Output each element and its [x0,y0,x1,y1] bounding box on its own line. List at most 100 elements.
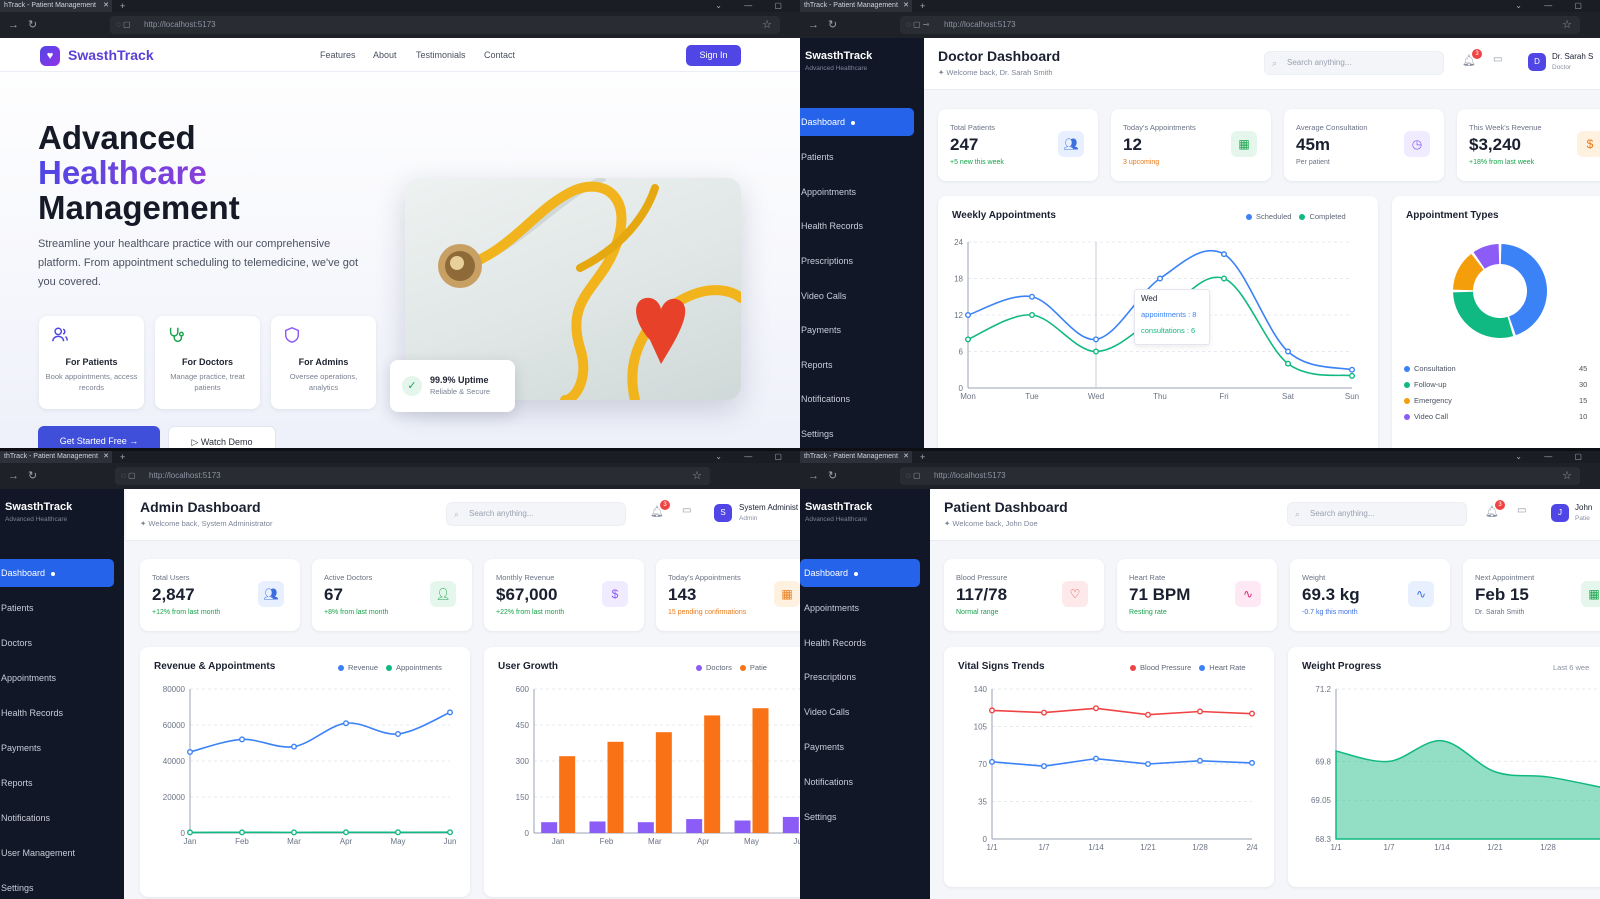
close-icon[interactable]: ✕ [103,451,109,463]
new-tab-icon[interactable]: + [120,0,125,12]
feature-card-patients[interactable]: For Patients Book appointments, access r… [39,316,144,409]
browser-tab[interactable]: thTrack - Patient Management ✕ [800,451,912,463]
bell-icon[interactable]: 🔔︎ 3 [1462,49,1482,68]
close-icon[interactable]: ✕ [903,451,909,463]
x-tick-label: 1/14 [1434,843,1450,852]
sidebar-item-reports[interactable]: Reports [800,351,914,379]
window-controls[interactable]: ⌄ — ▢ [1515,0,1592,12]
nav-testimonials[interactable]: Testimonials [416,50,466,60]
avatar[interactable]: J [1551,504,1569,522]
address-bar[interactable]: ◌ ▢ http://localhost:5173 ☆ [115,467,710,485]
stat-card-total-users[interactable]: Total Users 2,847 +12% from last month 👥… [140,559,300,631]
sidebar-item-dashboard[interactable]: Dashboard [0,559,114,587]
sidebar-item-video-calls[interactable]: Video Calls [800,282,914,310]
chat-icon[interactable]: ▭ [1493,54,1502,65]
sidebar-item-notifications[interactable]: Notifications [800,385,914,413]
forward-icon[interactable]: → [8,469,19,483]
sidebar-item-patients[interactable]: Patients [0,594,114,622]
chat-icon[interactable]: ▭ [682,505,691,516]
search-input[interactable]: ⌕ Search anything... [446,502,626,526]
avatar[interactable]: S [714,504,732,522]
forward-icon[interactable]: → [808,18,819,32]
sidebar-item-video-calls[interactable]: Video Calls [800,698,914,726]
sidebar-item-settings[interactable]: Settings [800,420,914,448]
brand-logo[interactable]: SwasthTrack [68,47,154,63]
forward-icon[interactable]: → [808,469,819,483]
new-tab-icon[interactable]: + [920,451,925,463]
sidebar-item-settings[interactable]: Settings [0,874,114,899]
sidebar-item-prescriptions[interactable]: Prescriptions [800,247,914,275]
bookmark-star-icon[interactable]: ☆ [1562,18,1572,31]
new-tab-icon[interactable]: + [920,0,925,12]
feature-card-admins[interactable]: For Admins Oversee operations, analytics [271,316,376,409]
bell-icon[interactable]: 🔔︎ 3 [1485,500,1505,519]
stat-card-weekly-revenue[interactable]: This Week's Revenue $3,240 +18% from las… [1457,109,1600,181]
reload-icon[interactable]: ↻ [828,469,837,483]
sidebar-item-notifications[interactable]: Notifications [800,768,914,796]
search-input[interactable]: ⌕ Search anything... [1264,51,1444,75]
stat-card-monthly-revenue[interactable]: Monthly Revenue $67,000 +22% from last m… [484,559,644,631]
sidebar-item-health-records[interactable]: Health Records [0,699,114,727]
browser-tab[interactable]: thTrack - Patient Management ✕ [800,0,912,12]
window-controls[interactable]: ⌄ — ▢ [715,0,792,12]
stat-card-heart-rate[interactable]: Heart Rate 71 BPM Resting rate ∿ [1117,559,1277,631]
sidebar-item-appointments[interactable]: Appointments [800,594,914,622]
forward-icon[interactable]: → [8,18,19,32]
stat-card-blood-pressure[interactable]: Blood Pressure 117/78 Normal range ♡ [944,559,1104,631]
address-bar[interactable]: ◌ ▢ ⊸ http://localhost:5173 ☆ [900,16,1580,34]
window-controls[interactable]: ⌄ — ▢ [715,451,792,463]
stat-card-todays-appointments[interactable]: Today's Appointments 12 3 upcoming ▦ [1111,109,1271,181]
bookmark-star-icon[interactable]: ☆ [1562,469,1572,482]
new-tab-icon[interactable]: + [120,451,125,463]
stat-card-todays-appointments[interactable]: Today's Appointments 143 15 pending conf… [656,559,800,631]
bookmark-star-icon[interactable]: ☆ [762,18,772,31]
stat-subtext: Normal range [956,609,999,616]
stat-card-active-doctors[interactable]: Active Doctors 67 +8% from last month 👤︎ [312,559,472,631]
stat-card-weight[interactable]: Weight 69.3 kg -0.7 kg this month ∿ [1290,559,1450,631]
sidebar-item-appointments[interactable]: Appointments [0,664,114,692]
sidebar-item-appointments[interactable]: Appointments [800,178,914,206]
sidebar-item-payments[interactable]: Payments [800,316,914,344]
nav-contact[interactable]: Contact [484,50,515,60]
get-started-button[interactable]: Get Started Free → [38,426,160,448]
address-bar[interactable]: ◌ ▢ http://localhost:5173 ☆ [900,467,1580,485]
sidebar-item-patients[interactable]: Patients [800,143,914,171]
nav-features[interactable]: Features [320,50,356,60]
search-input[interactable]: ⌕ Search anything... [1287,502,1467,526]
reload-icon[interactable]: ↻ [828,18,837,32]
stat-card-total-patients[interactable]: Total Patients 247 +5 new this week 👥︎ [938,109,1098,181]
window-controls[interactable]: ⌄ — ▢ [1515,451,1592,463]
sidebar-item-dashboard[interactable]: Dashboard [800,108,914,136]
sidebar-item-dashboard[interactable]: Dashboard [800,559,920,587]
reload-icon[interactable]: ↻ [28,18,37,32]
watch-demo-button[interactable]: ▷ Watch Demo [168,426,276,448]
stat-card-average-consultation[interactable]: Average Consultation 45m Per patient ◷ [1284,109,1444,181]
feature-card-doctors[interactable]: For Doctors Manage practice, treat patie… [155,316,260,409]
nav-about[interactable]: About [373,50,397,60]
sidebar-item-doctors[interactable]: Doctors [0,629,114,657]
sidebar-item-payments[interactable]: Payments [800,733,914,761]
reload-icon[interactable]: ↻ [28,469,37,483]
browser-tab[interactable]: thTrack - Patient Management ✕ [0,451,112,463]
active-dot-icon [854,571,859,576]
avatar[interactable]: D [1528,53,1546,71]
sidebar-item-health-records[interactable]: Health Records [800,212,914,240]
address-bar[interactable]: ◌ ▢ http://localhost:5173 ☆ [110,16,780,34]
feature-title: For Admins [298,357,349,367]
sidebar-item-user-management[interactable]: User Management [0,839,114,867]
sidebar-item-reports[interactable]: Reports [0,769,114,797]
browser-tab[interactable]: hTrack - Patient Management ✕ [0,0,112,12]
sidebar-item-settings[interactable]: Settings [800,803,914,831]
chat-icon[interactable]: ▭ [1517,505,1526,516]
sidebar-item-notifications[interactable]: Notifications [0,804,114,832]
stat-card-next-appointment[interactable]: Next Appointment Feb 15 Dr. Sarah Smith … [1463,559,1600,631]
close-icon[interactable]: ✕ [903,0,909,12]
bell-icon[interactable]: 🔔︎ 3 [650,500,670,519]
close-icon[interactable]: ✕ [103,0,109,12]
stat-subtext: +8% from last month [324,609,389,616]
sidebar-item-prescriptions[interactable]: Prescriptions [800,663,914,691]
sidebar-item-payments[interactable]: Payments [0,734,114,762]
sign-in-button[interactable]: Sign In [686,45,741,66]
sidebar-item-health-records[interactable]: Health Records [800,629,914,657]
bookmark-star-icon[interactable]: ☆ [692,469,702,482]
